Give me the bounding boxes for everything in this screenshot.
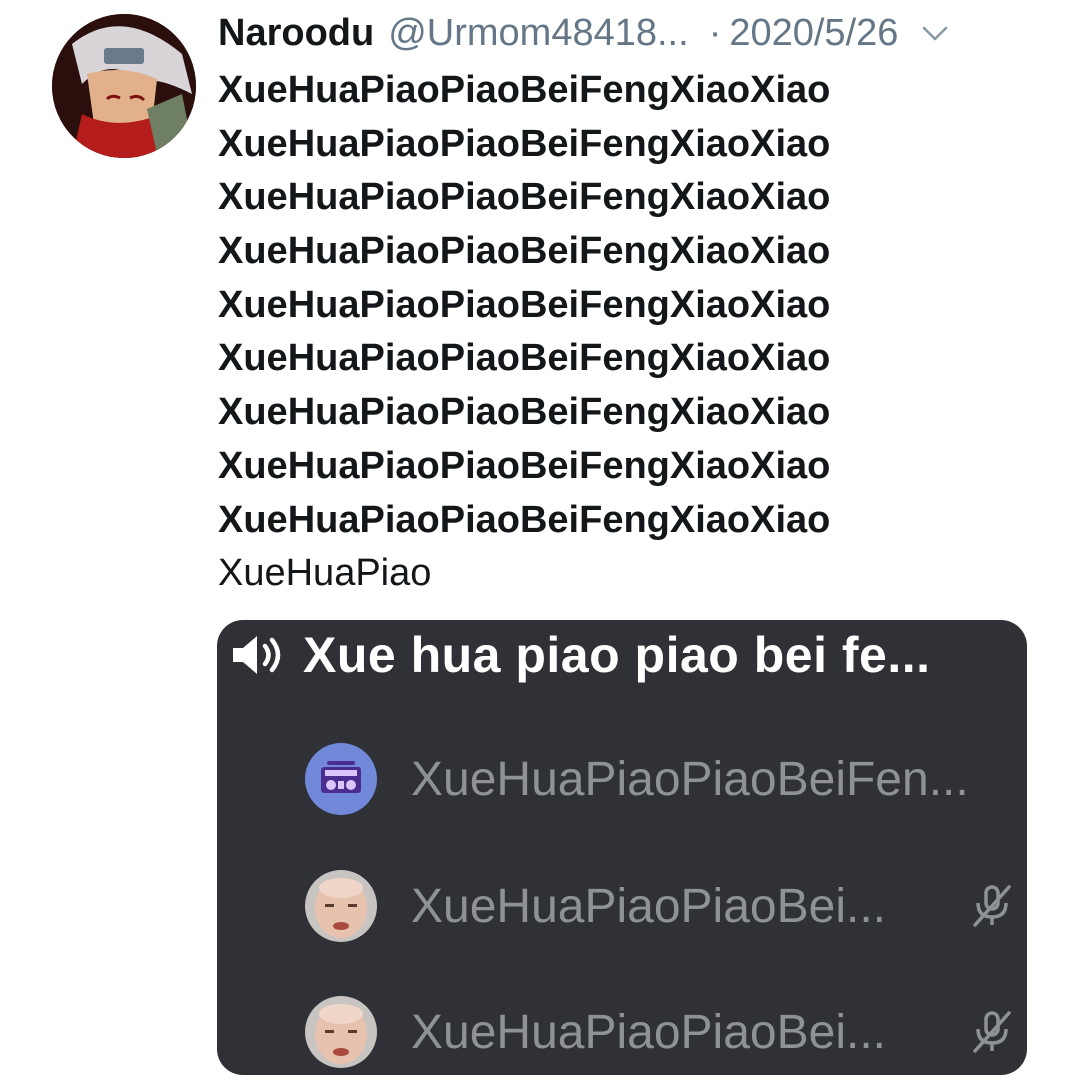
tweet-line: XueHuaPiaoPiaoBeiFengXiaoXiao <box>218 230 831 273</box>
tweet-line: XueHuaPiaoPiaoBeiFengXiaoXiao <box>218 444 831 487</box>
tweet-text: XueHuaPiaoPiaoBeiFengXiaoXiao XueHuaPiao… <box>218 64 830 601</box>
display-name[interactable]: Naroodu <box>218 12 374 55</box>
voice-member-name: XueHuaPiaoPiaoBei... <box>411 879 886 933</box>
tweet-line: XueHuaPiaoPiaoBeiFengXiaoXiao <box>218 337 831 380</box>
voice-channel-header[interactable]: Xue hua piao piao bei fe... <box>231 620 931 690</box>
tweet-line: XueHuaPiaoPiaoBeiFengXiaoXiao <box>218 176 831 219</box>
member-avatar <box>305 870 377 942</box>
tweet-line: XueHuaPiaoPiaoBeiFengXiaoXiao <box>218 498 831 541</box>
tweet-line-last: XueHuaPiao <box>218 552 432 595</box>
voice-member-name: XueHuaPiaoPiaoBei... <box>411 1005 886 1059</box>
voice-channel-title: Xue hua piao piao bei fe... <box>303 627 931 683</box>
chevron-down-icon[interactable] <box>920 18 950 48</box>
user-handle[interactable]: @Urmom48418... <box>388 12 688 55</box>
tweet-date[interactable]: 2020/5/26 <box>729 12 898 55</box>
member-avatar <box>305 996 377 1068</box>
tweet-header: Naroodu @Urmom48418... · 2020/5/26 <box>218 8 1038 58</box>
voice-member[interactable]: XueHuaPiaoPiaoBeiFen... <box>305 739 969 819</box>
avatar-image <box>52 14 196 158</box>
speaker-icon <box>231 633 287 677</box>
tweet-line: XueHuaPiaoPiaoBeiFengXiaoXiao <box>218 69 831 111</box>
voice-member[interactable]: XueHuaPiaoPiaoBei... <box>305 992 886 1072</box>
tweet-line: XueHuaPiaoPiaoBeiFengXiaoXiao <box>218 391 831 434</box>
boombox-icon <box>305 743 377 815</box>
separator-dot: · <box>708 11 722 54</box>
muted-mic-icon <box>967 1007 1017 1057</box>
voice-member-name: XueHuaPiaoPiaoBeiFen... <box>411 752 969 806</box>
tweet-line: XueHuaPiaoPiaoBeiFengXiaoXiao <box>218 283 831 326</box>
muted-mic-icon <box>967 881 1017 931</box>
voice-channel-card[interactable]: Xue hua piao piao bei fe... XueHuaPiaoPi… <box>217 620 1027 1075</box>
tweet-line: XueHuaPiaoPiaoBeiFengXiaoXiao <box>218 122 831 165</box>
profile-avatar[interactable] <box>52 14 196 158</box>
voice-member[interactable]: XueHuaPiaoPiaoBei... <box>305 866 886 946</box>
